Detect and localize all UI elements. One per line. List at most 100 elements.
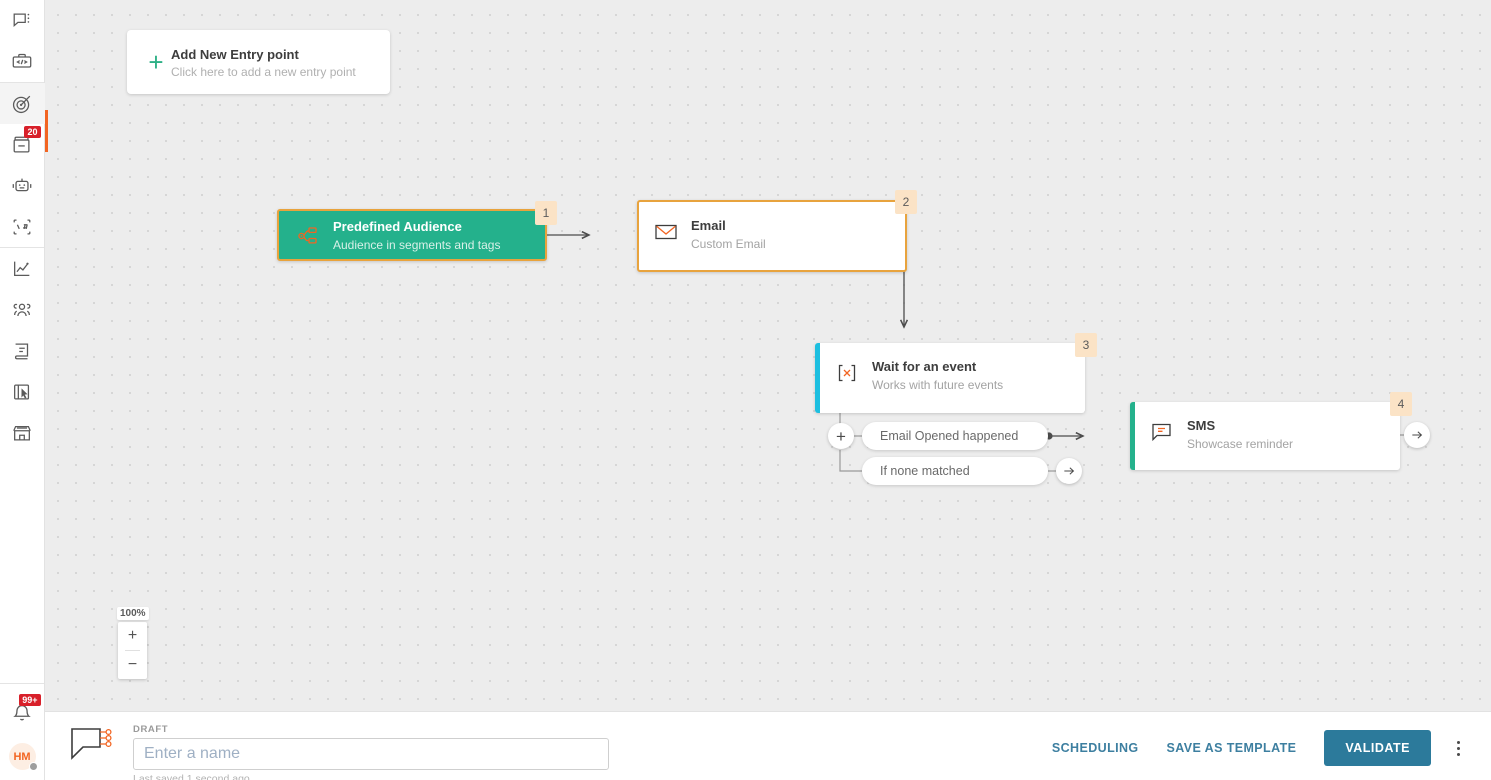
node-number-badge: 2 — [895, 190, 917, 214]
campaign-flow-icon — [65, 722, 117, 768]
sidebar-item-messages[interactable] — [0, 0, 45, 41]
envelope-icon — [651, 217, 681, 247]
line-chart-icon — [14, 261, 30, 276]
sidebar-item-store[interactable] — [0, 412, 45, 453]
node-subtitle: Audience in segments and tags — [333, 237, 501, 252]
flow-canvas-wrapper[interactable]: + Add New Entry point Click here to add … — [45, 0, 1491, 711]
branch-pill-email-opened[interactable]: Email Opened happened — [862, 422, 1048, 450]
node-title: Predefined Audience — [333, 218, 462, 234]
branch-pill-if-none-matched[interactable]: If none matched — [862, 457, 1048, 485]
draft-status-label: DRAFT — [133, 724, 169, 735]
node-content: Email Custom Email — [639, 202, 905, 270]
node-number-badge: 1 — [535, 201, 557, 225]
sidebar-bottom: 99+ HM — [0, 683, 44, 780]
panel-cursor-icon — [14, 383, 30, 400]
sidebar-divider-3 — [0, 683, 44, 684]
add-step-after-sms-button[interactable] — [1404, 422, 1430, 448]
avatar-initials: HM — [13, 750, 31, 763]
chat-dots-icon — [13, 12, 30, 27]
arrow-right-icon — [1064, 467, 1075, 475]
zoom-button-group: + − — [118, 622, 147, 679]
node-text: Wait for an event Works with future even… — [872, 357, 1003, 394]
code-box-icon — [12, 53, 32, 68]
entry-point-text: Add New Entry point Click here to add a … — [171, 46, 356, 79]
app-root: 20 99+ HM + Add New Entry point Click he… — [0, 0, 1491, 780]
zoom-level-label: 100% — [117, 607, 149, 620]
sidebar-item-tags[interactable] — [0, 206, 45, 247]
add-step-after-none-matched-button[interactable] — [1056, 458, 1082, 484]
sidebar-group-1 — [0, 0, 44, 82]
scheduling-button[interactable]: SCHEDULING — [1038, 731, 1153, 765]
zoom-out-button[interactable]: − — [118, 651, 147, 679]
kebab-dot — [1456, 740, 1460, 744]
node-email[interactable]: 2 Email Custom Email — [637, 190, 917, 272]
save-as-template-button[interactable]: SAVE AS TEMPLATE — [1153, 731, 1311, 765]
node-wait-for-event[interactable]: 3 Wait for an event Works with future ev… — [815, 333, 1097, 413]
sidebar-item-notifications[interactable]: 99+ — [0, 692, 45, 733]
node-sms[interactable]: 4 SMS Showcase reminder — [1130, 392, 1412, 470]
node-number-badge: 3 — [1075, 333, 1097, 357]
active-section-indicator — [45, 110, 48, 152]
user-avatar[interactable]: HM — [8, 743, 38, 771]
sidebar-item-content[interactable] — [0, 330, 45, 371]
node-title: Wait for an event — [872, 359, 977, 374]
node-text: Email Custom Email — [691, 216, 766, 253]
sidebar-item-inbox[interactable]: 20 — [0, 124, 45, 165]
footer-bar: DRAFT Last saved 1 second ago SCHEDULING… — [45, 711, 1491, 780]
footer-left: DRAFT Last saved 1 second ago — [65, 712, 609, 780]
node-content: Wait for an event Works with future even… — [820, 343, 1085, 413]
audience-segments-icon — [293, 221, 323, 251]
target-icon — [12, 95, 31, 113]
inbox-badge: 20 — [24, 126, 41, 138]
node-title: Email — [691, 218, 726, 233]
campaign-name-input[interactable] — [133, 738, 609, 770]
plus-icon: + — [836, 426, 846, 446]
sidebar-item-bots[interactable] — [0, 165, 45, 206]
avatar-status-dot — [28, 762, 38, 771]
sidebar-group-2: 20 — [0, 83, 45, 247]
node-subtitle: Showcase reminder — [1187, 437, 1294, 451]
sidebar-item-campaigns[interactable] — [0, 83, 45, 124]
left-sidebar: 20 99+ HM — [0, 0, 45, 780]
entry-point-title: Add New Entry point — [171, 46, 299, 62]
validate-button[interactable]: VALIDATE — [1324, 730, 1431, 766]
wait-event-icon — [832, 358, 862, 388]
add-entry-point-card[interactable]: + Add New Entry point Click here to add … — [127, 30, 390, 94]
footer-fields: DRAFT Last saved 1 second ago — [133, 722, 609, 780]
sidebar-item-code-box[interactable] — [0, 41, 45, 82]
robot-icon — [12, 178, 32, 191]
node-predefined-audience[interactable]: 1 Predefined Audience Audience in segmen… — [277, 201, 557, 261]
node-text: Predefined Audience Audience in segments… — [333, 217, 500, 254]
node-title: SMS — [1187, 418, 1216, 433]
entry-point-subtitle: Click here to add a new entry point — [171, 64, 356, 79]
more-options-button[interactable] — [1443, 733, 1473, 763]
node-text: SMS Showcase reminder — [1187, 416, 1293, 453]
hashtag-icon — [13, 218, 31, 235]
branch-label: If none matched — [880, 464, 970, 478]
node-number-badge: 4 — [1390, 392, 1412, 416]
sms-bubble-icon — [1147, 417, 1177, 447]
entry-point-content: + Add New Entry point Click here to add … — [127, 30, 390, 94]
add-branch-button[interactable]: + — [828, 423, 854, 449]
plus-icon: + — [148, 47, 164, 77]
node-content: Predefined Audience Audience in segments… — [279, 211, 545, 259]
kebab-dot — [1456, 752, 1460, 756]
flow-canvas[interactable] — [45, 0, 1491, 711]
footer-actions: SCHEDULING SAVE AS TEMPLATE VALIDATE — [1038, 712, 1473, 766]
node-content: SMS Showcase reminder — [1135, 402, 1400, 470]
branch-label: Email Opened happened — [880, 429, 1019, 443]
people-icon — [13, 303, 31, 316]
last-saved-note: Last saved 1 second ago — [133, 773, 250, 780]
kebab-dot — [1456, 746, 1460, 750]
zoom-controls: 100% + − — [117, 607, 149, 679]
notifications-badge: 99+ — [19, 694, 41, 706]
storefront-icon — [13, 425, 31, 441]
sidebar-item-library[interactable] — [0, 371, 45, 412]
sidebar-item-audience[interactable] — [0, 289, 45, 330]
zoom-in-button[interactable]: + — [118, 622, 147, 650]
main-area: + Add New Entry point Click here to add … — [45, 0, 1491, 780]
node-subtitle: Works with future events — [872, 378, 1004, 392]
node-subtitle: Custom Email — [691, 237, 766, 251]
sidebar-item-analytics[interactable] — [0, 248, 45, 289]
sidebar-group-3 — [0, 248, 44, 453]
